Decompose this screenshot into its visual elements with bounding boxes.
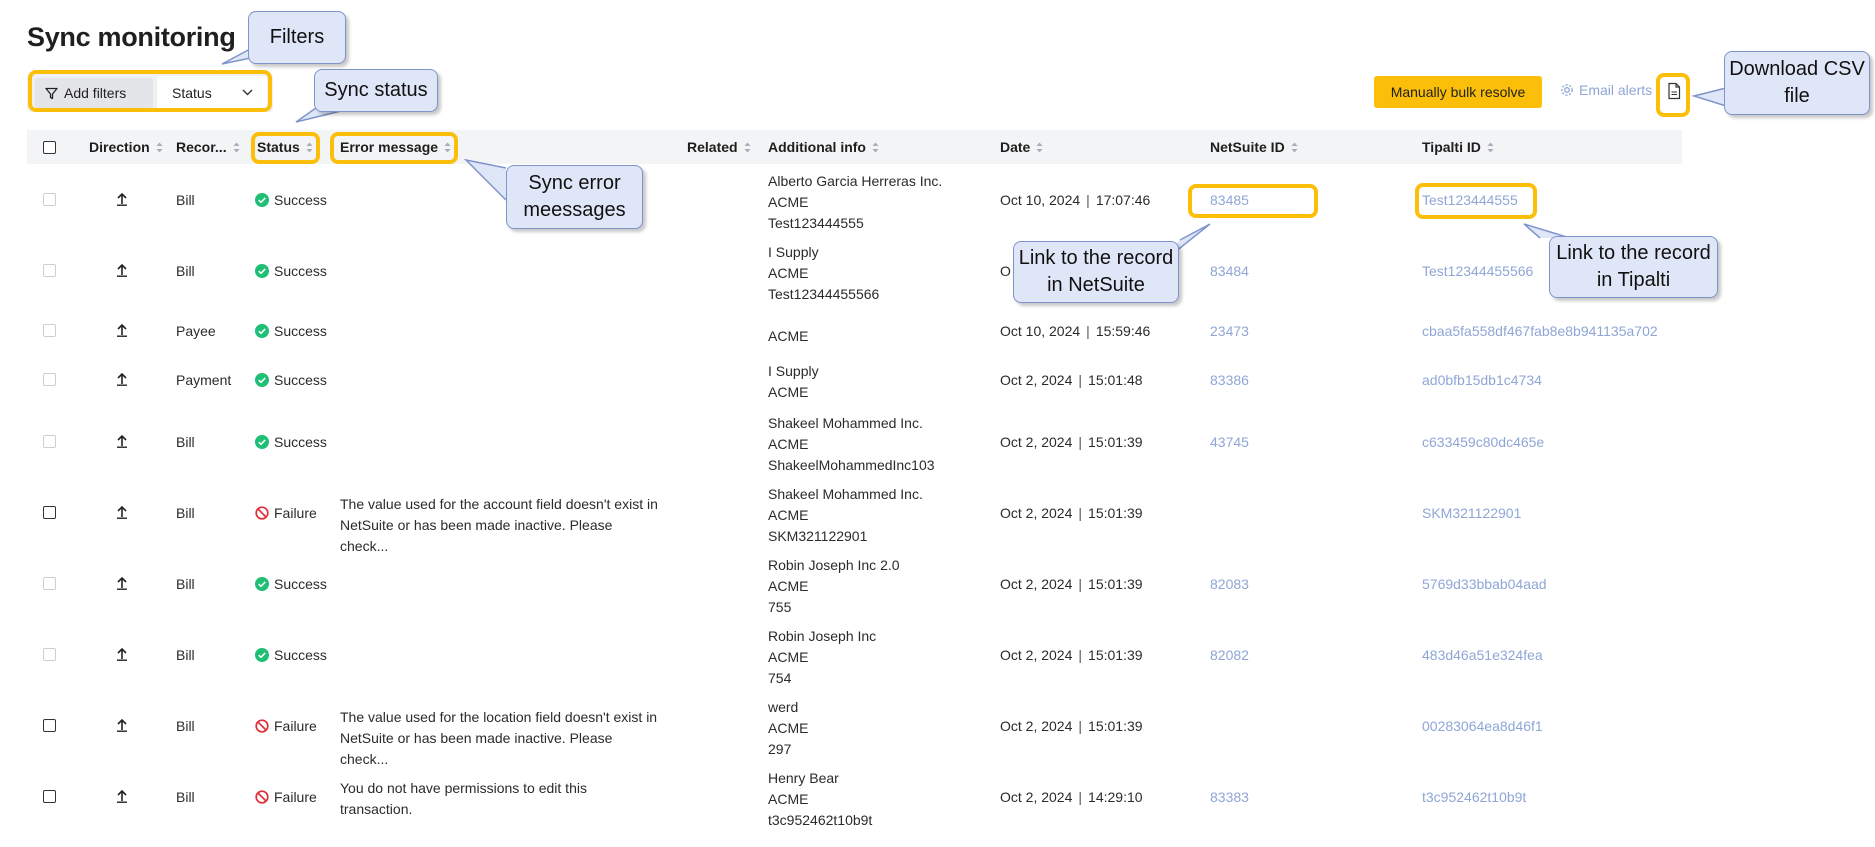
download-csv-callout: Download CSV file xyxy=(1724,51,1870,115)
callout-text: in NetSuite xyxy=(1047,274,1145,296)
callout-text: meessages xyxy=(523,199,626,221)
callout-text: Filters xyxy=(269,26,325,48)
sync-status-callout: Sync status xyxy=(314,69,438,112)
callout-text: Link to the record xyxy=(1018,247,1174,269)
tipalti-link-callout: Link to the record in Tipalti xyxy=(1549,236,1718,298)
netsuite-link-callout: Link to the record in NetSuite xyxy=(1013,241,1179,303)
callout-pointers xyxy=(221,47,1727,265)
sync-error-callout: Sync error meessages xyxy=(506,165,643,229)
callout-text: Link to the record xyxy=(1556,242,1711,264)
callout-text: file xyxy=(1784,85,1810,107)
callout-text: Download CSV xyxy=(1729,58,1865,80)
filters-callout: Filters xyxy=(248,11,346,64)
callout-text: in Tipalti xyxy=(1596,269,1671,291)
callout-text: Sync status xyxy=(324,79,428,101)
callout-text: Sync error xyxy=(528,172,621,194)
